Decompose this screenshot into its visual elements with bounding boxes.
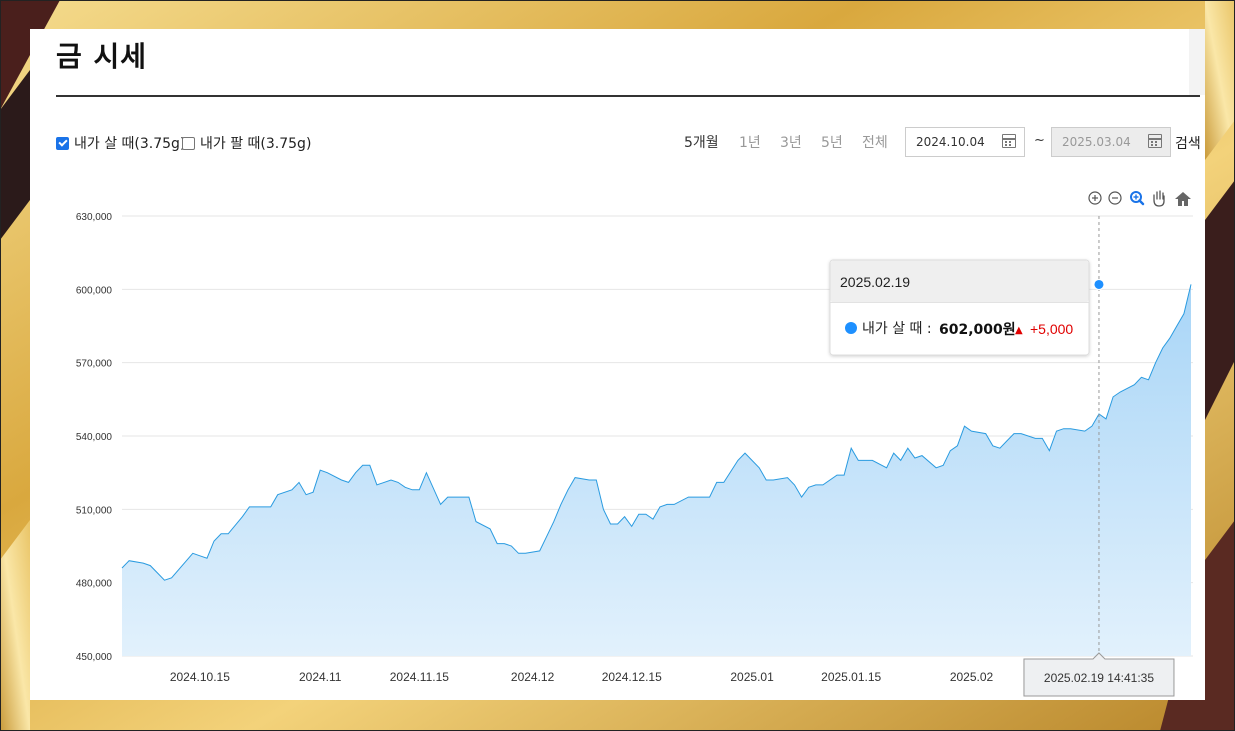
tooltip-series-dot [845,322,857,334]
y-tick-label: 630,000 [76,212,113,223]
y-tick-label: 480,000 [76,579,113,590]
gold-price-panel: 금 시세 내가 살 때(3.75g) 내가 팔 때(3.75g) 5개월 1년 … [30,29,1205,700]
tooltip-up-arrow-icon: ▲ [1015,325,1023,336]
home-icon[interactable] [1175,192,1191,206]
y-axis-ticks: 450,000 480,000 510,000 540,000 570,000 600,0… [76,212,113,663]
tooltip-value: 602,000원 [939,322,1016,338]
magnify-icon[interactable] [1130,191,1145,206]
zoom-out-icon[interactable] [1108,191,1122,205]
x-tick-label: 2024.11.15 [390,670,449,684]
x-tick-label: 2025.01.15 [821,670,881,684]
y-tick-label: 450,000 [76,652,113,663]
x-tick-label: 2024.12 [511,670,555,684]
x-tick-label: 2024.10.15 [170,670,230,684]
x-tick-label: 2024.12.15 [602,670,662,684]
chart-toolbar [1088,190,1191,207]
data-tooltip: 2025.02.19 내가 살 때 : 602,000원 ▲ +5,000 [829,259,1090,356]
crosshair-x-label: 2025.02.19 14:41:35 [1023,652,1175,697]
tooltip-date: 2025.02.19 [840,274,910,290]
pan-hand-icon[interactable] [1153,190,1165,207]
y-tick-label: 540,000 [76,432,113,443]
y-tick-label: 510,000 [76,505,113,516]
gold-price-chart[interactable]: 450,000 480,000 510,000 540,000 570,000 600,0… [30,29,1205,700]
crosshair-date-label: 2025.02.19 14:41:35 [1044,671,1154,685]
x-tick-label: 2025.01 [730,670,774,684]
x-axis-ticks: 2024.10.15 2024.11 2024.11.15 2024.12 2024.1… [170,670,994,684]
x-tick-label: 2024.11 [299,670,342,684]
tooltip-change: +5,000 [1030,321,1073,337]
y-tick-label: 570,000 [76,359,113,370]
zoom-in-icon[interactable] [1088,191,1102,205]
tooltip-series-label: 내가 살 때 : [862,321,932,337]
highlight-point [1093,278,1105,290]
x-tick-label: 2025.02 [950,670,994,684]
y-tick-label: 600,000 [76,285,113,296]
